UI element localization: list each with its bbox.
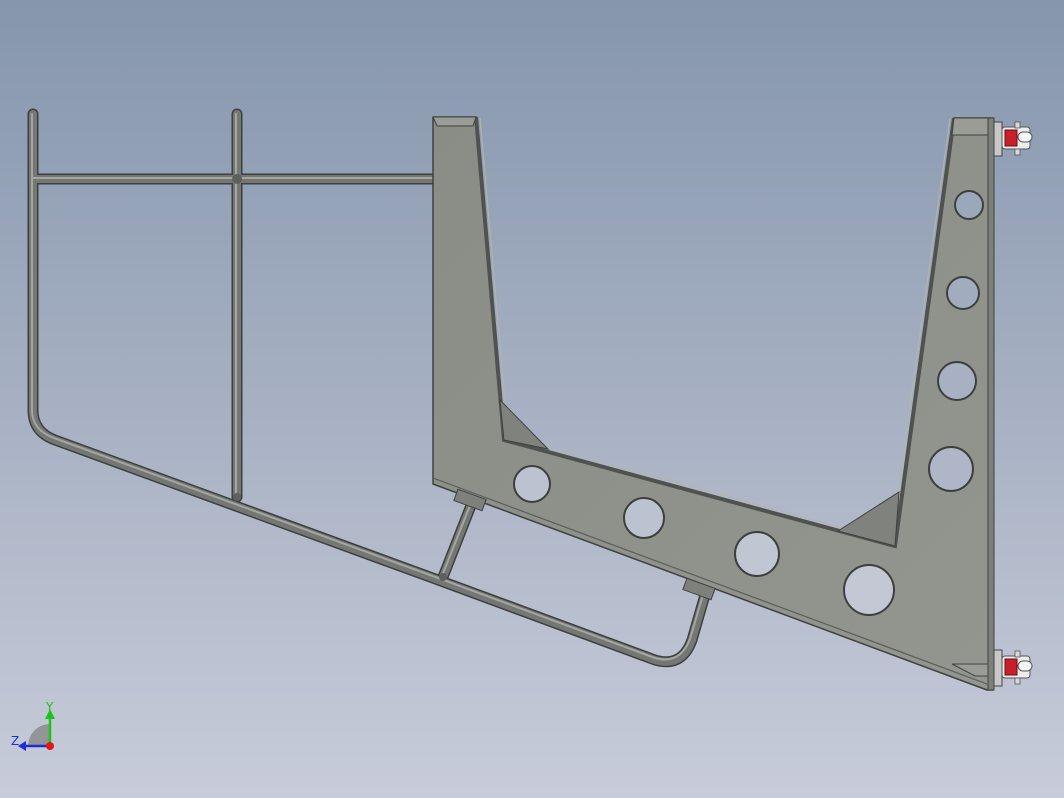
tube-joint (233, 493, 241, 501)
lightening-hole (946, 276, 980, 310)
lightening-hole (513, 465, 551, 503)
orientation-triad[interactable] (18, 709, 55, 751)
caster-bolt (1014, 650, 1021, 658)
caster-bottom[interactable] (993, 649, 1033, 687)
caster-axle (1017, 660, 1033, 672)
caster-top[interactable] (993, 121, 1033, 157)
lightening-hole (734, 531, 780, 577)
lightening-hole (928, 446, 974, 492)
lightening-hole (954, 190, 984, 220)
triad-z-label: Z (11, 734, 20, 748)
frame-top-cap-right (951, 117, 994, 136)
caster-bolt (1014, 677, 1021, 685)
tube-joint (439, 573, 447, 581)
caster-bolt (1014, 121, 1021, 129)
model-view[interactable] (0, 0, 1064, 798)
caster-mount-plate (993, 649, 1003, 687)
lightening-hole (843, 564, 895, 616)
triad-y-label: Y (46, 700, 54, 714)
tube-railing[interactable] (27, 108, 713, 668)
triad-plane-quarter (28, 724, 50, 746)
cad-viewport[interactable]: Y Z (0, 0, 1064, 798)
caster-axle (1017, 131, 1033, 143)
lightening-hole (937, 361, 977, 401)
caster-wheel (1004, 129, 1018, 147)
tube-outer-frame[interactable] (27, 108, 713, 668)
caster-mount-plate (993, 121, 1003, 157)
triad-origin-icon (46, 742, 54, 750)
lightening-hole (623, 497, 665, 539)
frame-top-cap-left (432, 116, 477, 127)
tube-joint (232, 174, 242, 184)
caster-wheel (1004, 658, 1018, 676)
caster-bolt (1014, 148, 1021, 156)
frame-right-edge (987, 117, 995, 691)
